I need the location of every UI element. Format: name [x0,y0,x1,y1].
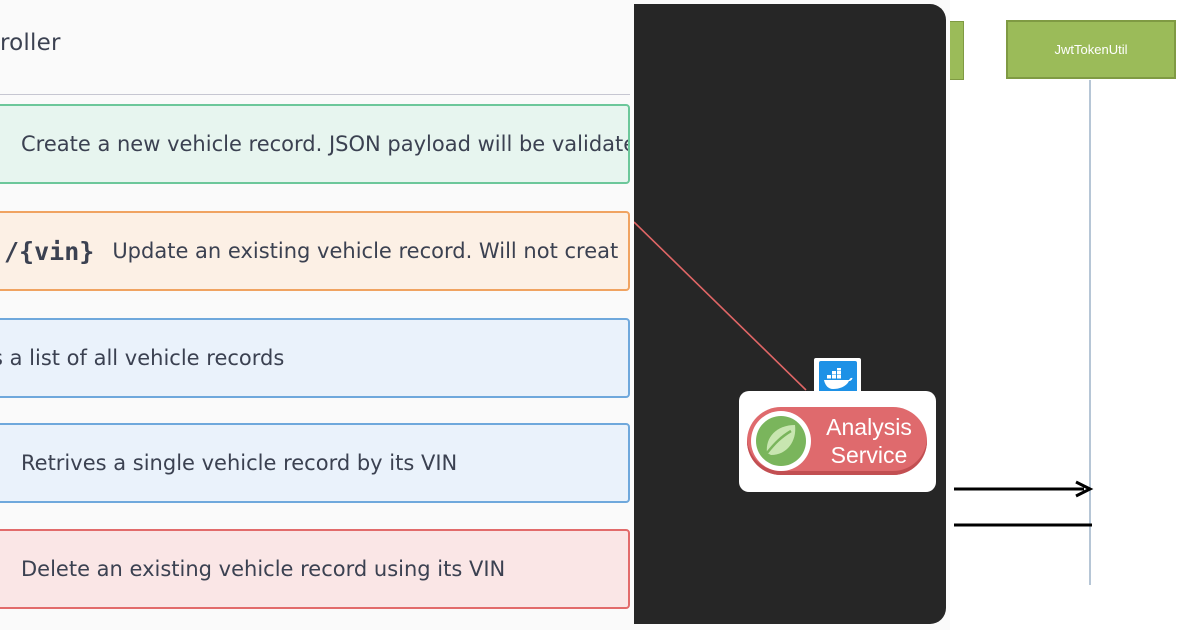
operation-description: s a list of all vehicle records [0,346,285,370]
controller-title: roller [0,30,61,56]
api-operations-panel: roller Create a new vehicle record. JSON… [0,0,634,630]
operation-create-vehicle[interactable]: Create a new vehicle record. JSON payloa… [0,104,630,184]
operation-description: Create a new vehicle record. JSON payloa… [21,132,630,156]
service-name-line1: Analysis [826,414,912,440]
operation-get-vehicle[interactable]: Retrives a single vehicle record by its … [0,423,630,503]
service-label: Analysis Service [815,413,923,469]
architecture-diagram: Analysis Service [634,0,950,630]
sequence-diagram: JwtTokenUtil [950,0,1200,630]
operation-path: /{vin} [4,236,95,266]
operation-description: Update an existing vehicle record. Will … [112,239,619,263]
controller-divider [0,94,630,95]
operation-description: Retrives a single vehicle record by its … [21,451,458,475]
operation-update-vehicle[interactable]: /{vin} Update an existing vehicle record… [0,211,630,291]
service-pill: Analysis Service [747,407,927,475]
sequence-lines [954,80,1094,585]
service-name-line2: Service [830,442,908,468]
operation-list-vehicles[interactable]: s a list of all vehicle records [0,318,630,398]
operation-description: Delete an existing vehicle record using … [21,557,506,581]
operation-delete-vehicle[interactable]: Delete an existing vehicle record using … [0,529,630,609]
spring-leaf-icon [751,411,811,471]
analysis-service-node: Analysis Service [739,391,936,492]
service-connector-line [634,221,807,391]
